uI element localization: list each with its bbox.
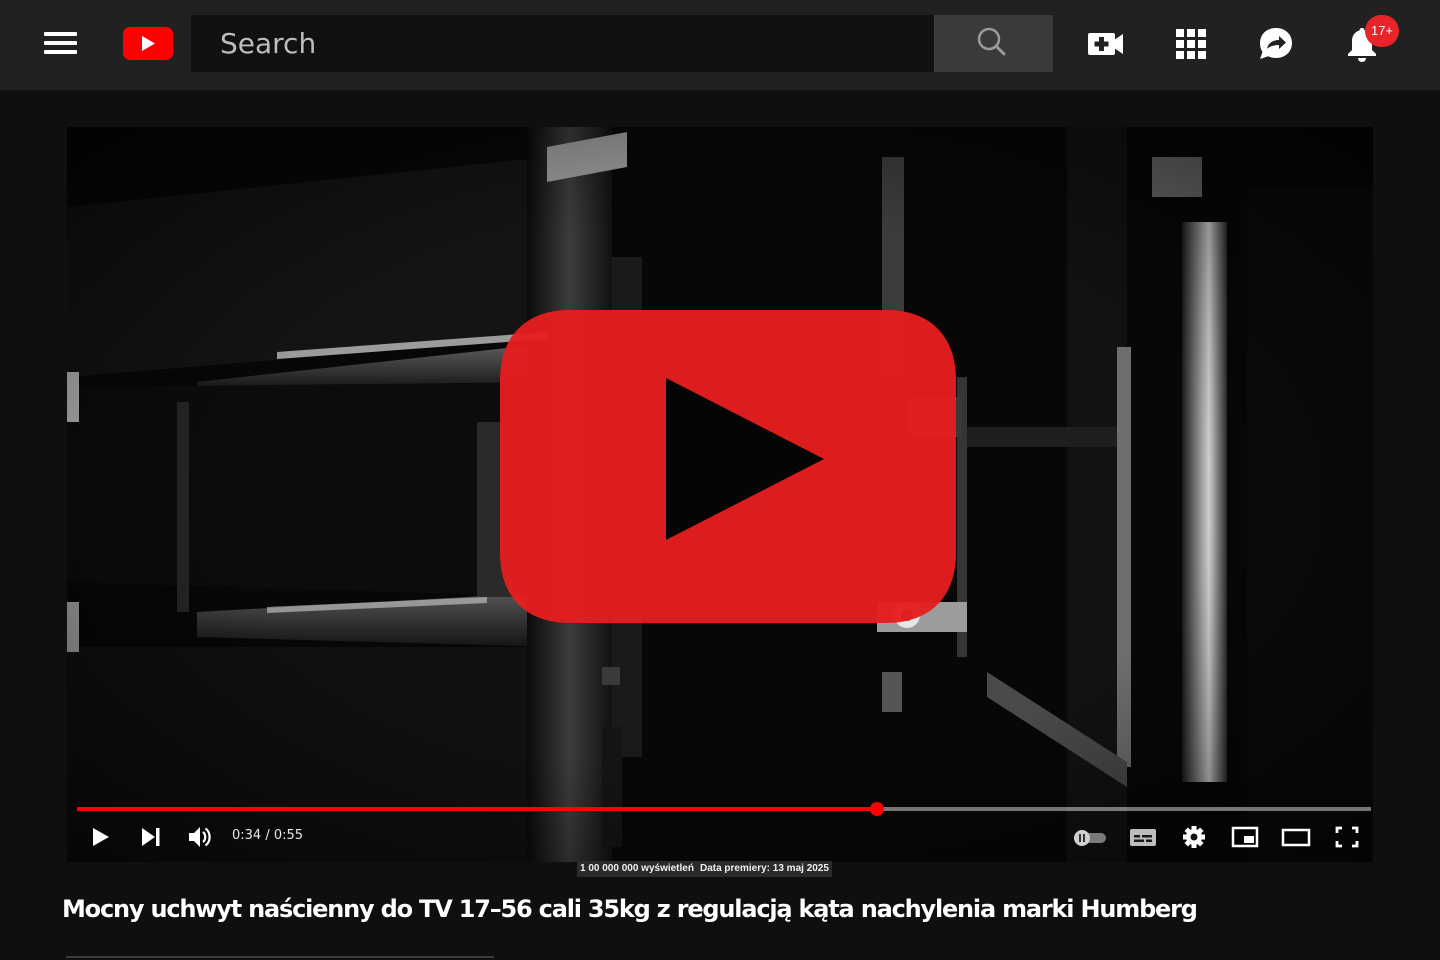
search-input[interactable] [191, 15, 934, 72]
divider [66, 956, 494, 958]
search-button[interactable] [934, 15, 1053, 72]
youtube-logo-icon[interactable] [123, 27, 173, 60]
video-player[interactable]: 0:34 / 0:55 [67, 127, 1373, 862]
apps-button[interactable] [1170, 24, 1212, 64]
subtitles-button[interactable] [1126, 822, 1160, 852]
autoplay-toggle[interactable] [1070, 822, 1108, 852]
progress-bar-played [77, 807, 877, 811]
time-display: 0:34 / 0:55 [232, 828, 304, 843]
next-button[interactable] [134, 822, 168, 852]
search-icon [977, 27, 1006, 56]
youtube-play-button-icon[interactable] [500, 310, 956, 623]
play-icon [93, 828, 109, 846]
create-video-button[interactable] [1085, 24, 1127, 64]
video-meta-strip: 1 00 000 000 wyświetleń Data premiery: 13… [577, 861, 832, 877]
autoplay-toggle-icon [1074, 830, 1106, 846]
hamburger-menu-icon[interactable] [40, 28, 80, 58]
apps-grid-icon [1176, 29, 1206, 59]
messages-share-icon [1260, 28, 1292, 59]
next-icon [142, 828, 160, 846]
miniplayer-button[interactable] [1228, 822, 1262, 852]
volume-icon [189, 827, 211, 847]
settings-gear-icon [1183, 826, 1205, 848]
play-button[interactable] [84, 822, 118, 852]
premiere-date: Data premiery: 13 maj 2025 [699, 863, 829, 874]
progress-scrubber-handle[interactable] [869, 802, 884, 816]
video-title: Mocny uchwyt naścienny do TV 17–56 cali … [62, 895, 1198, 923]
fullscreen-button[interactable] [1330, 822, 1364, 852]
miniplayer-icon [1231, 826, 1259, 848]
video-camera-plus-icon [1088, 33, 1123, 55]
progress-bar[interactable] [77, 802, 1371, 816]
volume-button[interactable] [183, 822, 217, 852]
fullscreen-icon [1335, 826, 1359, 848]
settings-button[interactable] [1177, 822, 1211, 852]
top-bar: 17+ [0, 0, 1440, 90]
search-box [191, 15, 934, 72]
theater-mode-button[interactable] [1279, 822, 1313, 852]
theater-mode-icon [1281, 828, 1311, 847]
view-count: 1 00 000 000 wyświetleń [580, 863, 694, 874]
subtitles-icon [1130, 829, 1156, 846]
messages-button[interactable] [1255, 24, 1297, 64]
notification-badge: 17+ [1365, 15, 1399, 47]
